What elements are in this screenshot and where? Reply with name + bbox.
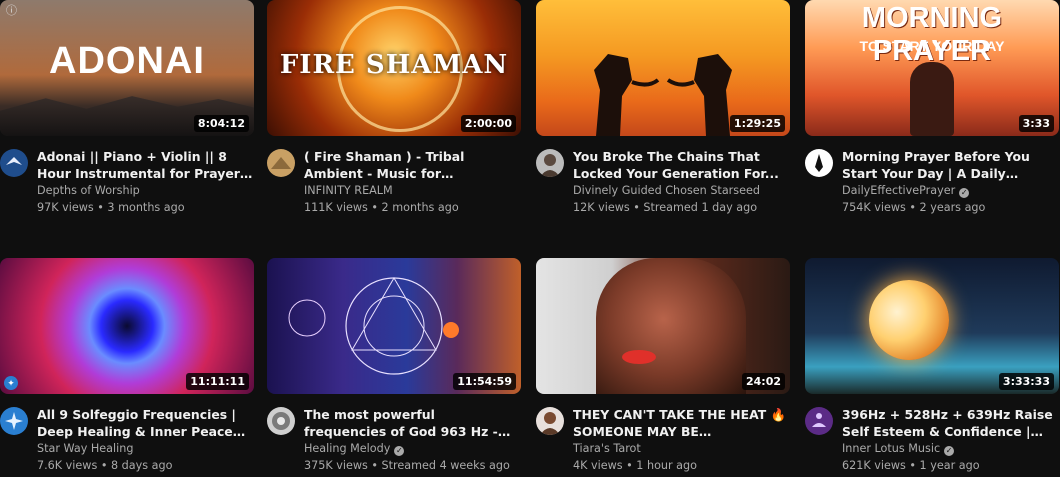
thumbnail-title: MORNING PRAYER	[861, 2, 1003, 67]
channel-name[interactable]: Healing Melody ✓	[304, 440, 521, 457]
video-thumbnail[interactable]: 1:29:25	[536, 0, 790, 136]
video-thumbnail[interactable]: ADONAI ⓘ 8:04:12	[0, 0, 254, 136]
video-stats: 7.6K views • 8 days ago	[37, 459, 173, 472]
video-stats: 111K views • 2 months ago	[304, 201, 459, 214]
channel-avatar[interactable]	[267, 407, 295, 435]
duration-badge: 1:29:25	[729, 115, 785, 132]
video-title[interactable]: Morning Prayer Before You Start Your Day…	[842, 148, 1059, 182]
meditation-icon	[812, 413, 826, 427]
video-stats: 754K views • 2 years ago	[842, 201, 986, 214]
portrait-icon	[540, 412, 560, 435]
duration-badge: 11:54:59	[453, 373, 516, 390]
channel-avatar[interactable]	[805, 407, 833, 435]
video-card[interactable]: FIRE SHAMAN 2:00:00 ( Fire Shaman ) - Tr…	[267, 0, 521, 216]
portrait-icon	[540, 154, 560, 177]
dove-icon	[6, 157, 22, 165]
channel-avatar[interactable]	[536, 149, 564, 177]
channel-name[interactable]: Inner Lotus Music ✓	[842, 440, 1059, 457]
duration-badge: 3:33:33	[998, 373, 1054, 390]
video-card[interactable]: 24:02 THEY CAN'T TAKE THE HEAT 🔥 SOMEONE…	[536, 258, 790, 474]
thumbnail-title: FIRE SHAMAN	[279, 50, 509, 80]
duration-badge: 2:00:00	[460, 115, 516, 132]
praying-hands-icon	[815, 154, 823, 172]
star-icon	[5, 412, 23, 430]
video-card[interactable]: 11:11:11 ✦ All 9 Solfeggio Frequencies |…	[0, 258, 254, 474]
video-thumbnail[interactable]: 11:54:59	[267, 258, 521, 394]
video-thumbnail[interactable]: 24:02	[536, 258, 790, 394]
verified-check-icon: ✓	[959, 188, 970, 198]
duration-badge: 3:33	[1018, 115, 1054, 132]
duration-badge: 24:02	[741, 373, 785, 390]
praying-woman-silhouette	[910, 62, 954, 136]
video-card[interactable]: MORNING PRAYER TO START YOUR DAY 3:33 Mo…	[805, 0, 1059, 216]
video-card[interactable]: 1:29:25 You Broke The Chains That Locked…	[536, 0, 790, 216]
video-title[interactable]: ( Fire Shaman ) - Tribal Ambient - Music…	[304, 148, 521, 182]
duration-badge: 11:11:11	[186, 373, 249, 390]
glowing-moon	[869, 280, 949, 360]
face-portrait	[596, 258, 746, 394]
verified-check-icon: ✓	[944, 446, 955, 456]
video-title[interactable]: Adonai || Piano + Violin || 8 Hour Instr…	[37, 148, 254, 182]
star-badge-icon: ✦	[4, 376, 18, 390]
video-stats: 4K views • 1 hour ago	[573, 459, 697, 472]
video-stats: 621K views • 1 year ago	[842, 459, 980, 472]
channel-avatar[interactable]	[805, 149, 833, 177]
channel-avatar[interactable]	[0, 407, 28, 435]
channel-name[interactable]: Divinely Guided Chosen Starseed	[573, 182, 790, 199]
channel-name[interactable]: Depths of Worship	[37, 182, 254, 199]
verified-check-icon: ✓	[394, 446, 405, 456]
channel-avatar[interactable]	[267, 149, 295, 177]
video-stats: 97K views • 3 months ago	[37, 201, 185, 214]
channel-avatar[interactable]	[0, 149, 28, 177]
video-card[interactable]: 11:54:59 The most powerful frequencies o…	[267, 258, 521, 474]
video-title[interactable]: The most powerful frequencies of God 963…	[304, 406, 521, 440]
video-thumbnail[interactable]: MORNING PRAYER TO START YOUR DAY 3:33	[805, 0, 1059, 136]
video-thumbnail[interactable]: 11:11:11 ✦	[0, 258, 254, 394]
pyramid-icon	[271, 157, 291, 169]
video-title[interactable]: THEY CAN'T TAKE THE HEAT 🔥 SOMEONE MAY B…	[573, 406, 790, 440]
video-title[interactable]: 396Hz + 528Hz + 639Hz Raise Self Esteem …	[842, 406, 1059, 440]
video-thumbnail[interactable]: 3:33:33	[805, 258, 1059, 394]
video-stats: 375K views • Streamed 4 weeks ago	[304, 459, 510, 472]
info-icon[interactable]: ⓘ	[6, 2, 17, 18]
channel-name[interactable]: Star Way Healing	[37, 440, 254, 457]
video-title[interactable]: You Broke The Chains That Locked Your Ge…	[573, 148, 790, 182]
thumbnail-title: ADONAI	[49, 40, 205, 82]
video-title[interactable]: All 9 Solfeggio Frequencies | Deep Heali…	[37, 406, 254, 440]
video-thumbnail[interactable]: FIRE SHAMAN 2:00:00	[267, 0, 521, 136]
duration-badge: 8:04:12	[193, 115, 249, 132]
channel-name[interactable]: INFINITY REALM	[304, 182, 521, 199]
thumbnail-subtitle: TO START YOUR DAY	[859, 38, 1005, 54]
channel-avatar[interactable]	[536, 407, 564, 435]
channel-name[interactable]: DailyEffectivePrayer ✓	[842, 182, 1059, 199]
lips-shape	[622, 350, 656, 364]
video-stats: 12K views • Streamed 1 day ago	[573, 201, 758, 214]
channel-name[interactable]: Tiara's Tarot	[573, 440, 790, 457]
lotus-icon	[272, 412, 290, 430]
video-card[interactable]: 3:33:33 396Hz + 528Hz + 639Hz Raise Self…	[805, 258, 1059, 474]
video-card[interactable]: ADONAI ⓘ 8:04:12 Adonai || Piano + Violi…	[0, 0, 254, 216]
